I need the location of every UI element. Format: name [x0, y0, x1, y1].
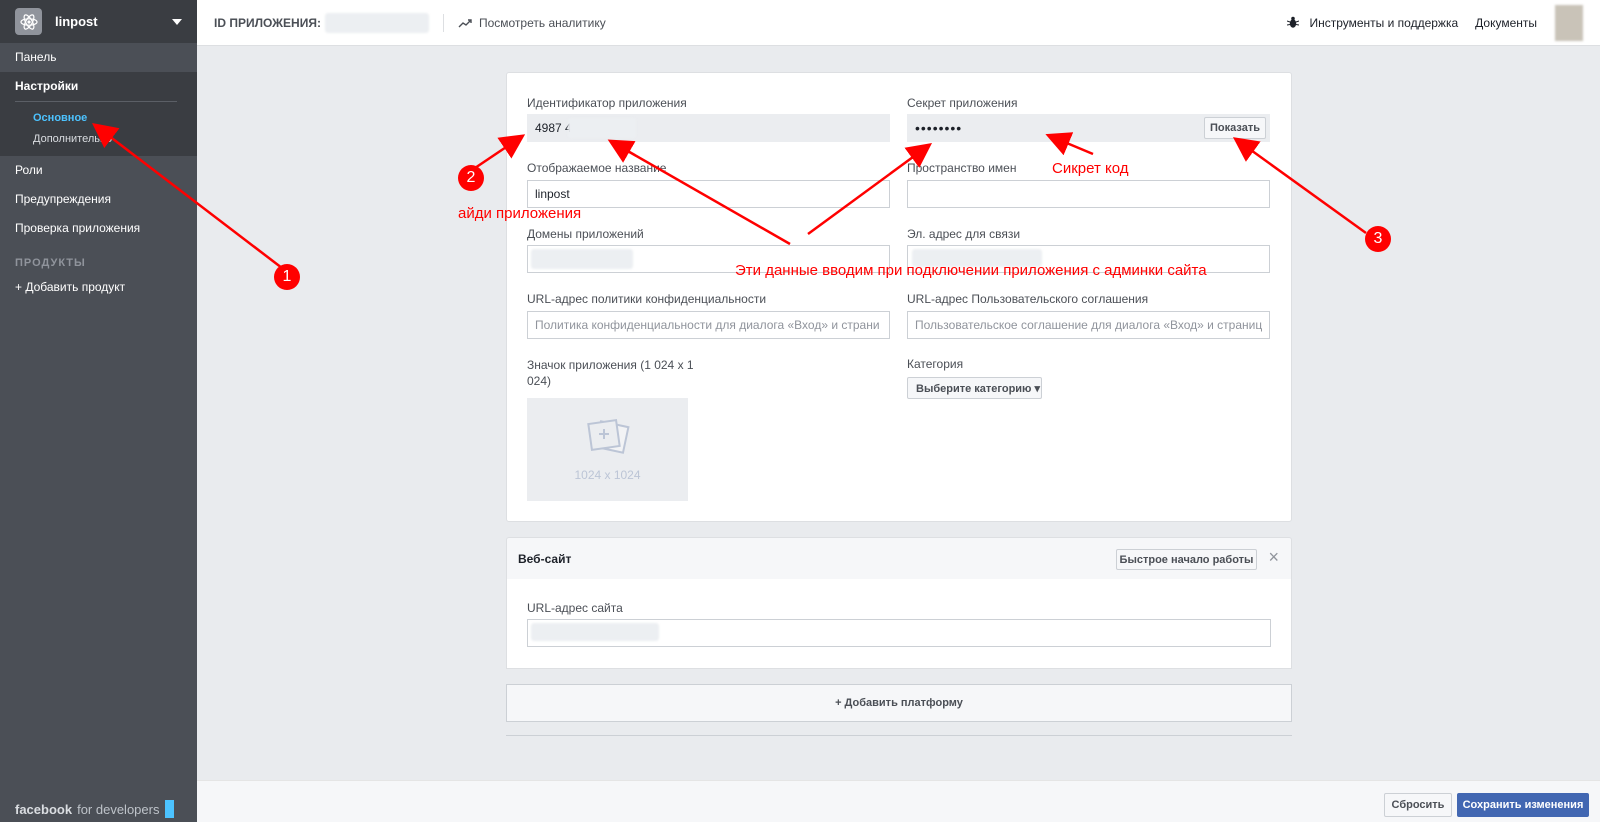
category-field-label: Категория	[907, 357, 964, 371]
app-logo-icon	[15, 8, 42, 35]
app-id-redaction	[568, 118, 636, 138]
sidebar-item-settings[interactable]: Настройки	[0, 72, 197, 101]
sidebar: linpost Панель Настройки Основное Дополн…	[0, 0, 197, 822]
site-url-redacted	[531, 623, 659, 641]
add-product-link[interactable]: + Добавить продукт	[0, 273, 197, 302]
chevron-down-icon[interactable]	[172, 18, 182, 25]
close-icon[interactable]: ×	[1268, 547, 1279, 568]
display-name-field-label: Отображаемое название	[527, 161, 667, 175]
bottom-divider	[506, 735, 1292, 736]
namespace-field[interactable]	[907, 180, 1270, 208]
topbar-right: Инструменты и поддержка Документы	[1287, 4, 1583, 41]
terms-url-field-label: URL-адрес Пользовательского соглашения	[907, 292, 1149, 306]
display-name-field[interactable]: linpost	[527, 180, 890, 208]
bug-icon	[1287, 16, 1300, 28]
sidebar-item-roles[interactable]: Роли	[0, 156, 197, 185]
app-switcher[interactable]: linpost	[0, 0, 197, 43]
app-id-value-redacted	[324, 12, 429, 33]
sidebar-item-panel[interactable]: Панель	[0, 43, 197, 72]
app-icon-upload[interactable]: 1024 x 1024	[527, 398, 688, 501]
terms-url-field[interactable]: Пользовательское соглашение для диалога …	[907, 311, 1270, 339]
analytics-link[interactable]: Посмотреть аналитику	[458, 16, 606, 30]
annotation-main-note: Эти данные вводим при подключении прилож…	[735, 262, 1207, 279]
docs-link[interactable]: Документы	[1475, 16, 1537, 30]
domain-tag-redacted	[531, 249, 633, 269]
website-section-header: Веб-сайт Быстрое начало работы ×	[506, 537, 1292, 580]
quickstart-button[interactable]: Быстрое начало работы	[1116, 549, 1257, 570]
site-url-field-label: URL-адрес сайта	[527, 601, 623, 615]
save-changes-button[interactable]: Сохранить изменения	[1457, 793, 1589, 817]
app-icon-field-label: Значок приложения (1 024 x 1 024)	[527, 358, 694, 388]
annotation-badge-3: 3	[1365, 226, 1391, 252]
website-section-title: Веб-сайт	[518, 552, 572, 566]
annotation-secret-note: Сикрет код	[1052, 160, 1129, 177]
sidebar-group-settings: Настройки Основное Дополнительно	[0, 72, 197, 156]
show-secret-button[interactable]: Показать	[1204, 117, 1266, 139]
website-section-body: URL-адрес сайта	[506, 579, 1292, 669]
annotation-app-id-note: айди приложения	[458, 205, 582, 222]
footer-brand: facebook	[15, 801, 73, 817]
footer-suffix: for developers	[77, 801, 160, 817]
sidebar-item-review[interactable]: Проверка приложения	[0, 214, 197, 243]
privacy-url-field[interactable]: Политика конфиденциальности для диалога …	[527, 311, 890, 339]
tools-support-link[interactable]: Инструменты и поддержка	[1309, 16, 1458, 30]
domains-field-label: Домены приложений	[527, 227, 644, 241]
icon-size-text: 1024 x 1024	[574, 467, 641, 482]
app-secret-field-label: Секрет приложения	[907, 96, 1018, 110]
footer-accent-block	[165, 800, 175, 818]
trend-icon	[458, 18, 472, 27]
products-heading: ПРОДУКТЫ	[15, 257, 86, 269]
namespace-field-label: Пространство имен	[907, 161, 1017, 175]
sidebar-subitem-advanced[interactable]: Дополнительно	[0, 129, 197, 150]
annotation-badge-1: 1	[274, 264, 300, 290]
add-platform-button[interactable]: + Добавить платформу	[506, 684, 1292, 722]
reset-button[interactable]: Сбросить	[1384, 793, 1452, 817]
app-id-label: ID ПРИЛОЖЕНИЯ:	[214, 15, 321, 30]
avatar[interactable]	[1555, 4, 1583, 41]
app-id-field-label: Идентификатор приложения	[527, 96, 687, 110]
app-name: linpost	[55, 14, 98, 29]
contact-email-field-label: Эл. адрес для связи	[907, 227, 1021, 241]
sidebar-subitem-basic[interactable]: Основное	[0, 108, 197, 129]
topbar: ID ПРИЛОЖЕНИЯ: Посмотреть аналитику Инст…	[197, 0, 1600, 46]
annotation-badge-2: 2	[458, 165, 484, 191]
sidebar-footer: facebook for developers	[15, 800, 175, 818]
image-upload-icon	[586, 418, 630, 454]
topbar-separator	[442, 13, 444, 32]
sidebar-divider	[15, 101, 177, 102]
sidebar-item-alerts[interactable]: Предупреждения	[0, 185, 197, 214]
privacy-url-field-label: URL-адрес политики конфиденциальности	[527, 292, 767, 306]
analytics-link-label: Посмотреть аналитику	[478, 15, 606, 30]
category-select[interactable]: Выберите категорию ▾	[907, 377, 1042, 399]
